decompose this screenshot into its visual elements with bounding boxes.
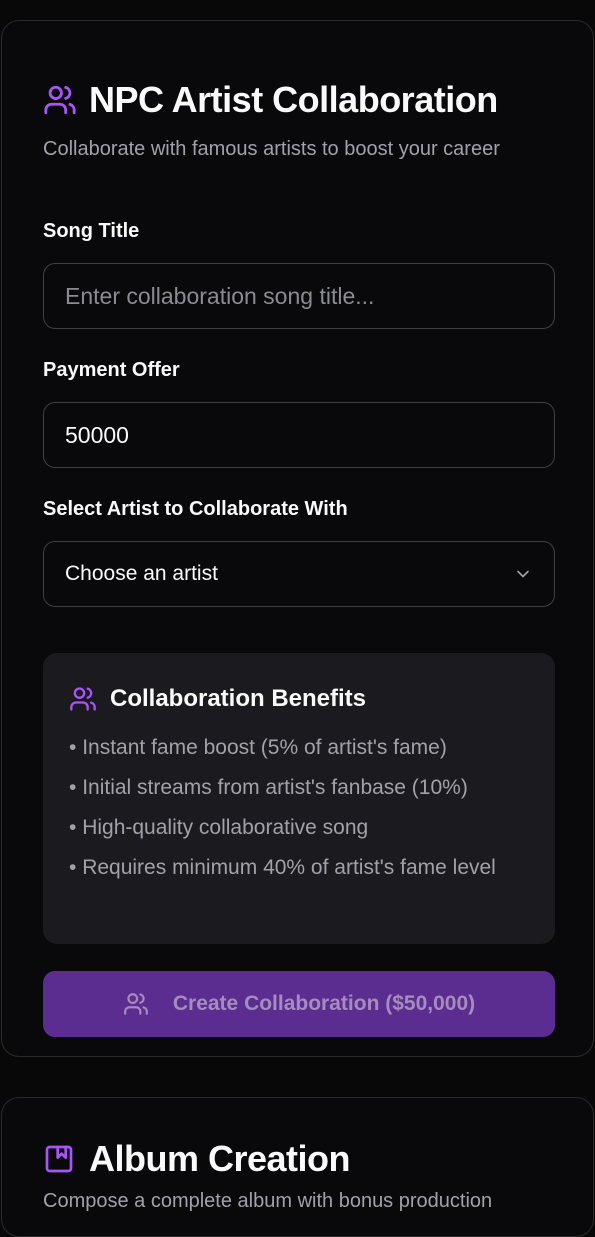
users-icon bbox=[123, 993, 148, 1015]
benefits-header: Collaboration Benefits bbox=[69, 685, 366, 713]
artist-select-label: Select Artist to Collaborate With bbox=[43, 498, 348, 520]
page-subtitle: Collaborate with famous artists to boost… bbox=[43, 138, 500, 160]
list-item: Initial streams from artist's fanbase (1… bbox=[69, 771, 529, 804]
benefits-title: Collaboration Benefits bbox=[110, 685, 367, 712]
payment-offer-field-wrapper bbox=[43, 402, 555, 468]
users-icon bbox=[44, 85, 76, 115]
list-item: Requires minimum 40% of artist's fame le… bbox=[69, 851, 529, 884]
payment-offer-label: Payment Offer bbox=[43, 359, 180, 381]
benefits-list: Instant fame boost (5% of artist's fame)… bbox=[69, 731, 529, 891]
users-icon bbox=[70, 687, 96, 711]
list-item: Instant fame boost (5% of artist's fame) bbox=[69, 731, 529, 764]
collaboration-card: NPC Artist Collaboration Collaborate wit… bbox=[1, 20, 594, 1057]
payment-offer-input[interactable] bbox=[65, 421, 533, 449]
song-title-label: Song Title bbox=[43, 220, 140, 242]
create-collaboration-button[interactable]: Create Collaboration ($50,000) bbox=[43, 971, 555, 1037]
album-header: Album Creation bbox=[43, 1138, 351, 1180]
album-title: Album Creation bbox=[89, 1138, 351, 1179]
artist-select-value: Choose an artist bbox=[65, 562, 218, 585]
album-subtitle: Compose a complete album with bonus prod… bbox=[43, 1190, 493, 1212]
chevron-down-icon bbox=[517, 570, 529, 578]
song-title-field-wrapper bbox=[43, 263, 555, 329]
album-card: Album Creation Compose a complete album … bbox=[1, 1097, 594, 1237]
song-title-input[interactable] bbox=[65, 282, 533, 310]
artist-select[interactable]: Choose an artist bbox=[43, 541, 555, 607]
collaboration-header: NPC Artist Collaboration bbox=[43, 79, 498, 121]
list-item: High-quality collaborative song bbox=[69, 811, 529, 844]
benefits-panel: Collaboration Benefits Instant fame boos… bbox=[43, 653, 555, 944]
page-title: NPC Artist Collaboration bbox=[89, 79, 498, 120]
create-collaboration-label: Create Collaboration ($50,000) bbox=[172, 992, 476, 1015]
album-icon bbox=[45, 1145, 73, 1173]
